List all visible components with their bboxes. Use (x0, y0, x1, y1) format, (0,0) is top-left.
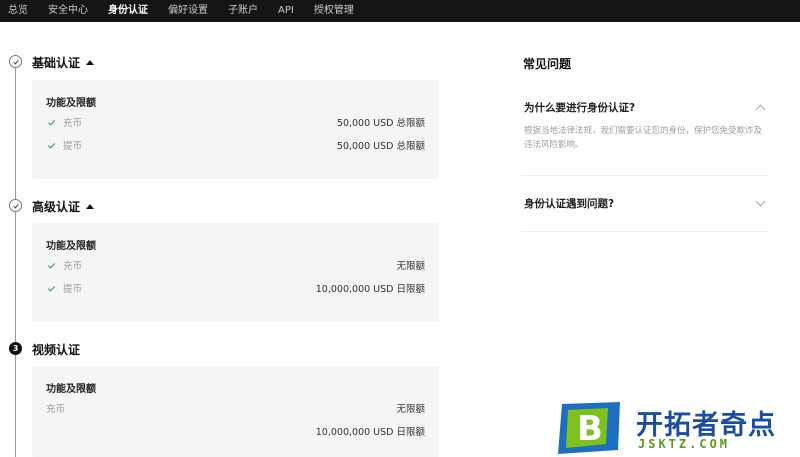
faq-title: 常见问题 (523, 57, 572, 71)
limit-value: 10,000,000 USD 日限额 (315, 427, 425, 438)
watermark-logo: B (558, 402, 620, 454)
top-nav: 总览 安全中心 身份认证 偏好设置 子账户 API 授权管理 (0, 0, 800, 22)
nav-item-preferences[interactable]: 偏好设置 (158, 0, 218, 22)
limit-row: 10,000,000 USD 日限额 (46, 424, 425, 438)
limit-label: 充币 (63, 261, 83, 272)
limit-value: 无限额 (396, 261, 425, 272)
watermark: B 开拓者奇点 JSKTZ.COM (558, 398, 800, 457)
faq-answer: 根据当地法律法规，我们需要认证您的身份，保护您免受欺诈及违法风险影响。 (524, 126, 763, 150)
faq-question[interactable]: 身份认证遇到问题? (524, 196, 614, 211)
limit-value: 10,000,000 USD 日限额 (315, 284, 425, 295)
limit-value: 50,000 USD 总限额 (336, 141, 425, 152)
check-icon (46, 283, 56, 293)
limit-row: 提币 10,000,000 USD 日限额 (46, 281, 425, 295)
check-icon (46, 117, 56, 127)
limit-row: 充币 50,000 USD 总限额 (46, 115, 425, 129)
step-completed-check-icon (9, 199, 22, 212)
step-title-basic[interactable]: 基础认证 (32, 54, 95, 71)
limit-row: 充币 无限额 (46, 401, 425, 415)
nav-item-api[interactable]: API (268, 0, 304, 22)
nav-item-security-center[interactable]: 安全中心 (38, 0, 98, 22)
step-title-label: 基础认证 (32, 56, 81, 70)
watermark-logo-letter: B (577, 409, 603, 449)
limits-card-video: 功能及限额 充币 无限额 10,000,000 USD 日限额 (32, 366, 439, 457)
step-title-advanced[interactable]: 高级认证 (32, 198, 95, 215)
limit-row: 提币 50,000 USD 总限额 (46, 138, 425, 152)
limit-value: 无限额 (396, 404, 425, 415)
limit-row: 充币 无限额 (46, 258, 425, 272)
nav-item-identity-verification[interactable]: 身份认证 (98, 0, 158, 22)
limit-label: 充币 (63, 118, 83, 129)
step-title-video[interactable]: 视频认证 (32, 341, 80, 358)
check-icon (46, 260, 56, 270)
limits-card-advanced: 功能及限额 充币 无限额 提币 10,000,000 USD 日限额 (32, 223, 439, 322)
watermark-url: JSKTZ.COM (638, 437, 731, 451)
chevron-up-icon[interactable] (755, 104, 766, 115)
limit-label: 提币 (63, 284, 83, 295)
faq-question[interactable]: 为什么要进行身份认证? (524, 100, 635, 115)
faq-item-verification-issues[interactable]: 身份认证遇到问题? (521, 176, 768, 232)
step-completed-check-icon (9, 55, 22, 68)
step-title-label: 高级认证 (32, 200, 81, 214)
timeline-line (15, 66, 16, 457)
limit-label: 充币 (46, 404, 66, 415)
card-heading: 功能及限额 (46, 98, 96, 109)
check-icon (46, 140, 56, 150)
nav-item-authorization-management[interactable]: 授权管理 (304, 0, 364, 22)
nav-item-sub-accounts[interactable]: 子账户 (218, 0, 268, 22)
caret-up-icon (86, 204, 95, 209)
card-heading: 功能及限额 (46, 241, 96, 252)
step-title-label: 视频认证 (32, 343, 81, 357)
caret-up-icon (86, 60, 95, 65)
nav-item-overview[interactable]: 总览 (0, 0, 38, 22)
faq-item-why-verify[interactable]: 为什么要进行身份认证? 根据当地法律法规，我们需要认证您的身份，保护您免受欺诈及… (521, 88, 768, 176)
limits-card-basic: 功能及限额 充币 50,000 USD 总限额 提币 50,000 USD 总限… (32, 80, 439, 179)
card-heading: 功能及限额 (46, 384, 96, 395)
limit-value: 50,000 USD 总限额 (336, 118, 425, 129)
limit-label: 提币 (63, 141, 83, 152)
chevron-down-icon[interactable] (755, 196, 766, 207)
step-number-badge: 3 (9, 342, 22, 355)
